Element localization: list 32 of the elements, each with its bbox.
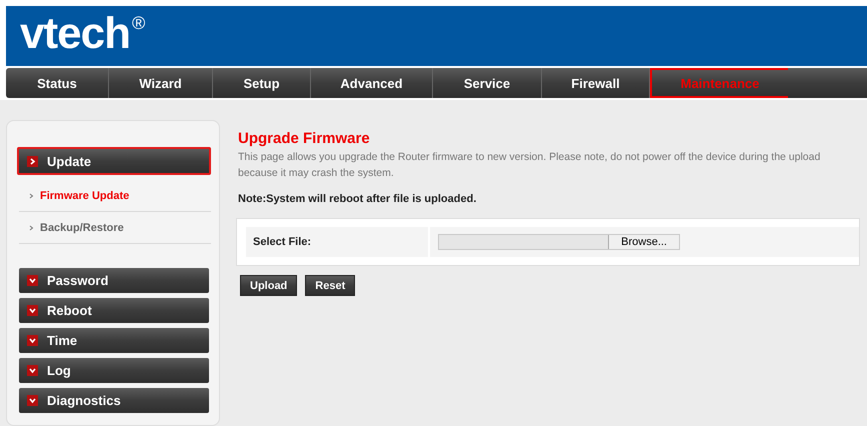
browse-button[interactable]: Browse... [608,235,679,249]
nav-tab[interactable]: Setup [213,68,311,98]
chevron-right-icon [29,192,34,198]
registered-mark: ® [132,14,146,32]
reboot-note: Note:System will reboot after file is uploaded. [238,193,478,205]
sidebar-section[interactable]: Time [19,328,209,353]
nav-tab[interactable]: Wizard [109,68,213,98]
form-button[interactable]: Upload [240,275,298,296]
sidebar-section[interactable]: Diagnostics [19,388,209,413]
page-title: Upgrade Firmware [238,130,371,147]
chevron-down-icon [27,365,38,376]
nav-tab[interactable]: Firewall [542,68,650,98]
page-description: This page allows you upgrade the Router firmware to new version. Please note, do not power off the device during the upload because it may crash the system. [238,150,822,181]
chevron-right-icon [27,156,38,166]
field-label: Select File: [246,227,428,257]
chevron-right-icon [29,224,34,230]
sidebar-section[interactable]: Reboot [19,298,209,323]
nav-tab[interactable]: Advanced [311,68,433,98]
sidebar-link[interactable]: Backup/Restore [19,212,211,244]
nav-tab[interactable]: Status [6,68,109,98]
sidebar-section[interactable]: Update [17,147,211,175]
sidebar-section[interactable]: Password [19,268,209,293]
chevron-down-icon [27,305,38,316]
chevron-down-icon [27,395,38,406]
form-button[interactable]: Reset [305,275,356,296]
nav-tab[interactable]: Service [433,68,542,98]
sidebar-section[interactable]: Log [19,358,209,383]
sidebar-link[interactable]: Firmware Update [19,180,211,212]
chevron-down-icon [27,335,38,346]
vtech-logo: vtech [20,8,130,60]
file-input[interactable]: Browse... [438,234,680,250]
chevron-down-icon [27,275,38,286]
